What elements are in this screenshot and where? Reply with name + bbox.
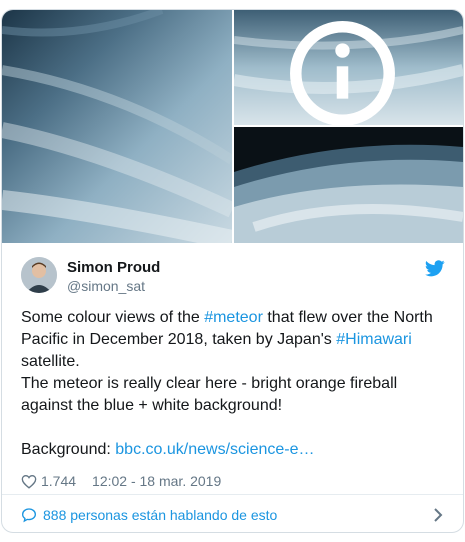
author-handle[interactable]: @simon_sat (67, 278, 145, 294)
satellite-image-main[interactable] (2, 10, 232, 243)
hashtag-himawari[interactable]: #Himawari (336, 331, 412, 348)
embedded-tweet-card[interactable]: Simon Proud @simon_sat Some colour views… (1, 9, 464, 533)
conversation-count-text[interactable]: 888 personas están hablando de esto (43, 507, 277, 523)
satellite-image-bottom-right[interactable] (234, 127, 463, 243)
timestamp[interactable]: 12:02 - 18 mar. 2019 (92, 473, 221, 489)
background-label: Background: (21, 441, 116, 458)
heart-icon[interactable] (21, 474, 37, 489)
conversation-link[interactable]: 888 personas están hablando de esto (21, 503, 447, 527)
tweet-line-2: The meteor is really clear here - bright… (21, 375, 398, 414)
twitter-bird-icon[interactable] (425, 260, 445, 277)
speech-bubble-icon (21, 508, 37, 523)
like-count[interactable]: 1.744 (41, 473, 76, 489)
divider (2, 494, 463, 495)
info-icon[interactable] (234, 16, 457, 125)
hashtag-meteor[interactable]: #meteor (204, 309, 263, 326)
satellite-image-top-right[interactable] (234, 10, 463, 125)
tweet-meta: 1.744 12:02 - 18 mar. 2019 (21, 473, 221, 489)
avatar[interactable] (21, 257, 57, 293)
background-link[interactable]: bbc.co.uk/news/science-e… (115, 441, 314, 458)
author-name[interactable]: Simon Proud (67, 259, 160, 276)
tweet-media-grid (2, 10, 463, 243)
tweet-text: Some colour views of the #meteor that fl… (21, 307, 451, 461)
chevron-right-icon[interactable] (433, 507, 443, 523)
